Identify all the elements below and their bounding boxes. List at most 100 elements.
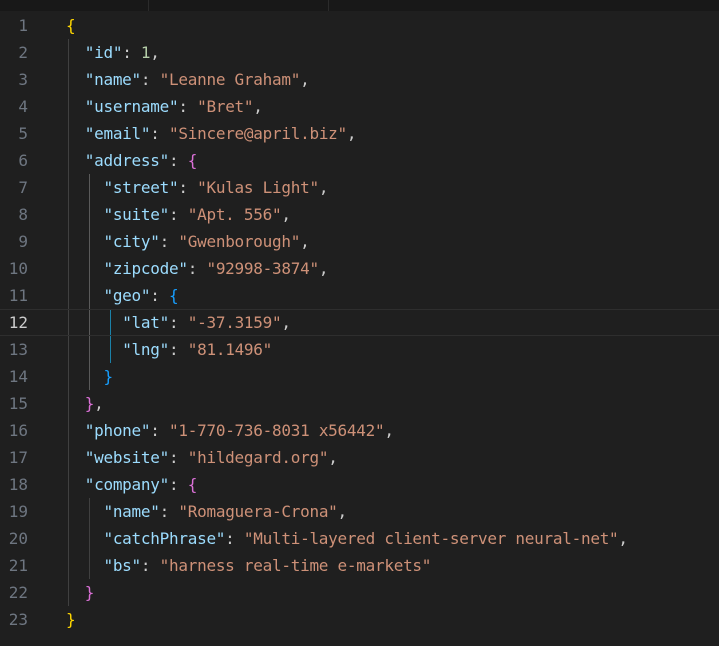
json-key: "website" xyxy=(84,448,170,467)
code-line[interactable]: 22 } xyxy=(0,579,719,606)
code-text[interactable]: "id": 1, xyxy=(66,39,160,66)
code-line[interactable]: 7 "street": "Kulas Light", xyxy=(0,174,719,201)
bracket: { xyxy=(187,151,198,170)
token: : xyxy=(225,529,244,548)
token: : xyxy=(169,151,188,170)
code-lines[interactable]: 1{2 "id": 1, 3 "name": "Leanne Graham", 4 … xyxy=(0,12,719,633)
code-line[interactable]: 14 } xyxy=(0,363,719,390)
code-line[interactable]: 6 "address": { xyxy=(0,147,719,174)
json-key: "catchPhrase" xyxy=(103,529,226,548)
code-text[interactable]: } xyxy=(66,606,76,633)
token: : xyxy=(178,178,198,197)
code-text[interactable]: "name": "Romaguera-Crona", xyxy=(66,498,347,525)
code-line[interactable]: 16 "phone": "1-770-736-8031 x56442", xyxy=(0,417,719,444)
token: : xyxy=(140,556,160,575)
token: , xyxy=(300,232,310,251)
code-text[interactable]: "city": "Gwenborough", xyxy=(66,228,309,255)
code-text[interactable]: "name": "Leanne Graham", xyxy=(66,66,310,93)
code-text[interactable]: } xyxy=(66,579,95,606)
bracket: } xyxy=(66,610,76,629)
code-text[interactable]: "website": "hildegard.org", xyxy=(66,444,338,471)
code-text[interactable]: "bs": "harness real-time e-markets" xyxy=(66,552,431,579)
code-line[interactable]: 21 "bs": "harness real-time e-markets" xyxy=(0,552,719,579)
line-number: 1 xyxy=(18,16,28,35)
code-text[interactable]: { xyxy=(66,12,76,39)
json-key: "zipcode" xyxy=(103,259,188,278)
code-text[interactable]: "phone": "1-770-736-8031 x56442", xyxy=(66,417,394,444)
json-key: "geo" xyxy=(103,286,151,305)
token: : xyxy=(150,421,170,440)
code-line[interactable]: 4 "username": "Bret", xyxy=(0,93,719,120)
json-string: "81.1496" xyxy=(187,340,273,359)
line-number: 22 xyxy=(8,583,28,602)
line-number: 15 xyxy=(8,394,28,413)
code-line[interactable]: 5 "email": "Sincere@april.biz", xyxy=(0,120,719,147)
token: : xyxy=(187,259,207,278)
line-number: 10 xyxy=(8,259,28,278)
code-line[interactable]: 23} xyxy=(0,606,719,633)
token: : xyxy=(169,340,188,359)
code-line[interactable]: 10 "zipcode": "92998-3874", xyxy=(0,255,719,282)
code-text[interactable]: "suite": "Apt. 556", xyxy=(66,201,291,228)
code-line[interactable]: 15 }, xyxy=(0,390,719,417)
code-line[interactable]: 19 "name": "Romaguera-Crona", xyxy=(0,498,719,525)
code-text[interactable]: "geo": { xyxy=(66,282,178,309)
json-string: "Bret" xyxy=(197,97,254,116)
code-line[interactable]: 17 "website": "hildegard.org", xyxy=(0,444,719,471)
token: : xyxy=(122,43,141,62)
code-text[interactable]: "username": "Bret", xyxy=(66,93,263,120)
code-text[interactable]: "lng": "81.1496" xyxy=(66,336,272,363)
code-line[interactable]: 12 "lat": "-37.3159", xyxy=(0,309,719,336)
code-text[interactable]: "street": "Kulas Light", xyxy=(66,174,328,201)
token: : xyxy=(169,475,188,494)
json-key: "suite" xyxy=(103,205,169,224)
json-string: "hildegard.org" xyxy=(187,448,329,467)
token: : xyxy=(159,502,179,521)
line-number: 14 xyxy=(8,367,28,386)
code-line[interactable]: 20 "catchPhrase": "Multi-layered client-… xyxy=(0,525,719,552)
token: , xyxy=(337,502,348,521)
code-line[interactable]: 2 "id": 1, xyxy=(0,39,719,66)
token: , xyxy=(300,70,310,89)
code-text[interactable]: } xyxy=(66,363,113,390)
token: , xyxy=(318,178,329,197)
token: , xyxy=(318,259,329,278)
token: , xyxy=(150,43,160,62)
code-editor[interactable]: 1{2 "id": 1, 3 "name": "Leanne Graham", 4 … xyxy=(0,0,719,646)
tab-divider xyxy=(148,0,149,11)
code-text[interactable]: }, xyxy=(66,390,104,417)
code-line[interactable]: 8 "suite": "Apt. 556", xyxy=(0,201,719,228)
json-string: "Gwenborough" xyxy=(178,232,301,251)
code-line[interactable]: 13 "lng": "81.1496" xyxy=(0,336,719,363)
bracket: { xyxy=(169,286,179,305)
code-line[interactable]: 1{ xyxy=(0,12,719,39)
tab-divider xyxy=(328,0,329,11)
json-key: "bs" xyxy=(103,556,141,575)
code-line[interactable]: 11 "geo": { xyxy=(0,282,719,309)
line-number: 21 xyxy=(8,556,28,575)
code-text[interactable]: "address": { xyxy=(66,147,198,174)
code-text[interactable]: "email": "Sincere@april.biz", xyxy=(66,120,357,147)
json-string: "Apt. 556" xyxy=(187,205,282,224)
code-text[interactable]: "company": { xyxy=(66,471,198,498)
code-line[interactable]: 9 "city": "Gwenborough", xyxy=(0,228,719,255)
code-line[interactable]: 3 "name": "Leanne Graham", xyxy=(0,66,719,93)
token: : xyxy=(169,205,188,224)
code-line[interactable]: 18 "company": { xyxy=(0,471,719,498)
token: , xyxy=(253,97,263,116)
code-text[interactable]: "catchPhrase": "Multi-layered client-ser… xyxy=(66,525,628,552)
json-key: "name" xyxy=(84,70,141,89)
json-string: "harness real-time e-markets" xyxy=(159,556,432,575)
json-key: "username" xyxy=(84,97,179,116)
code-text[interactable]: "zipcode": "92998-3874", xyxy=(66,255,328,282)
code-text[interactable]: "lat": "-37.3159", xyxy=(66,309,291,336)
